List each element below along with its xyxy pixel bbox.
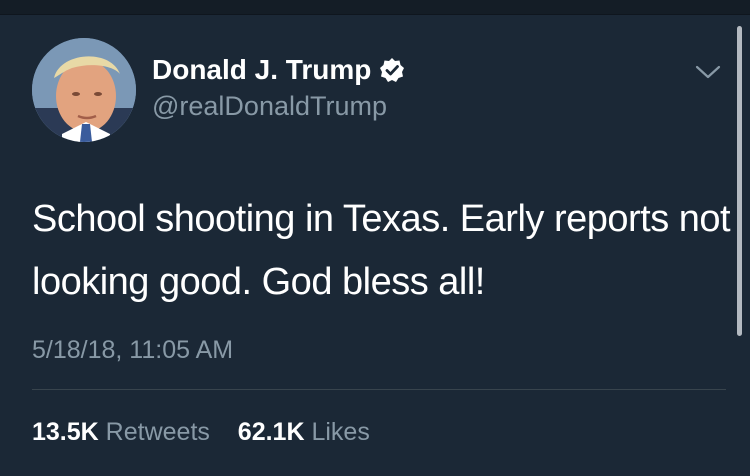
avatar[interactable] — [32, 38, 136, 142]
display-name[interactable]: Donald J. Trump — [152, 54, 405, 86]
user-handle[interactable]: @realDonaldTrump — [152, 91, 387, 122]
likes-count: 62.1K — [237, 418, 305, 446]
display-name-text: Donald J. Trump — [152, 54, 372, 85]
tweet-timestamp[interactable]: 5/18/18, 11:05 AM — [32, 336, 233, 365]
tweet-text: School shooting in Texas. Early reports … — [32, 198, 731, 303]
likes-link[interactable]: 62.1K Likes — [238, 418, 370, 446]
retweets-label: Retweets — [105, 418, 210, 446]
chevron-down-icon[interactable] — [694, 62, 722, 82]
verified-badge-icon — [379, 57, 405, 83]
top-bar — [0, 0, 750, 15]
scrollbar[interactable] — [737, 26, 742, 336]
avatar-photo-icon — [32, 38, 136, 142]
divider — [32, 389, 726, 390]
likes-label: Likes — [311, 418, 370, 446]
tweet-stats: 13.5K Retweets 62.1K Likes — [32, 418, 370, 447]
retweets-count: 13.5K — [32, 418, 99, 446]
retweets-link[interactable]: 13.5K Retweets — [32, 418, 217, 446]
